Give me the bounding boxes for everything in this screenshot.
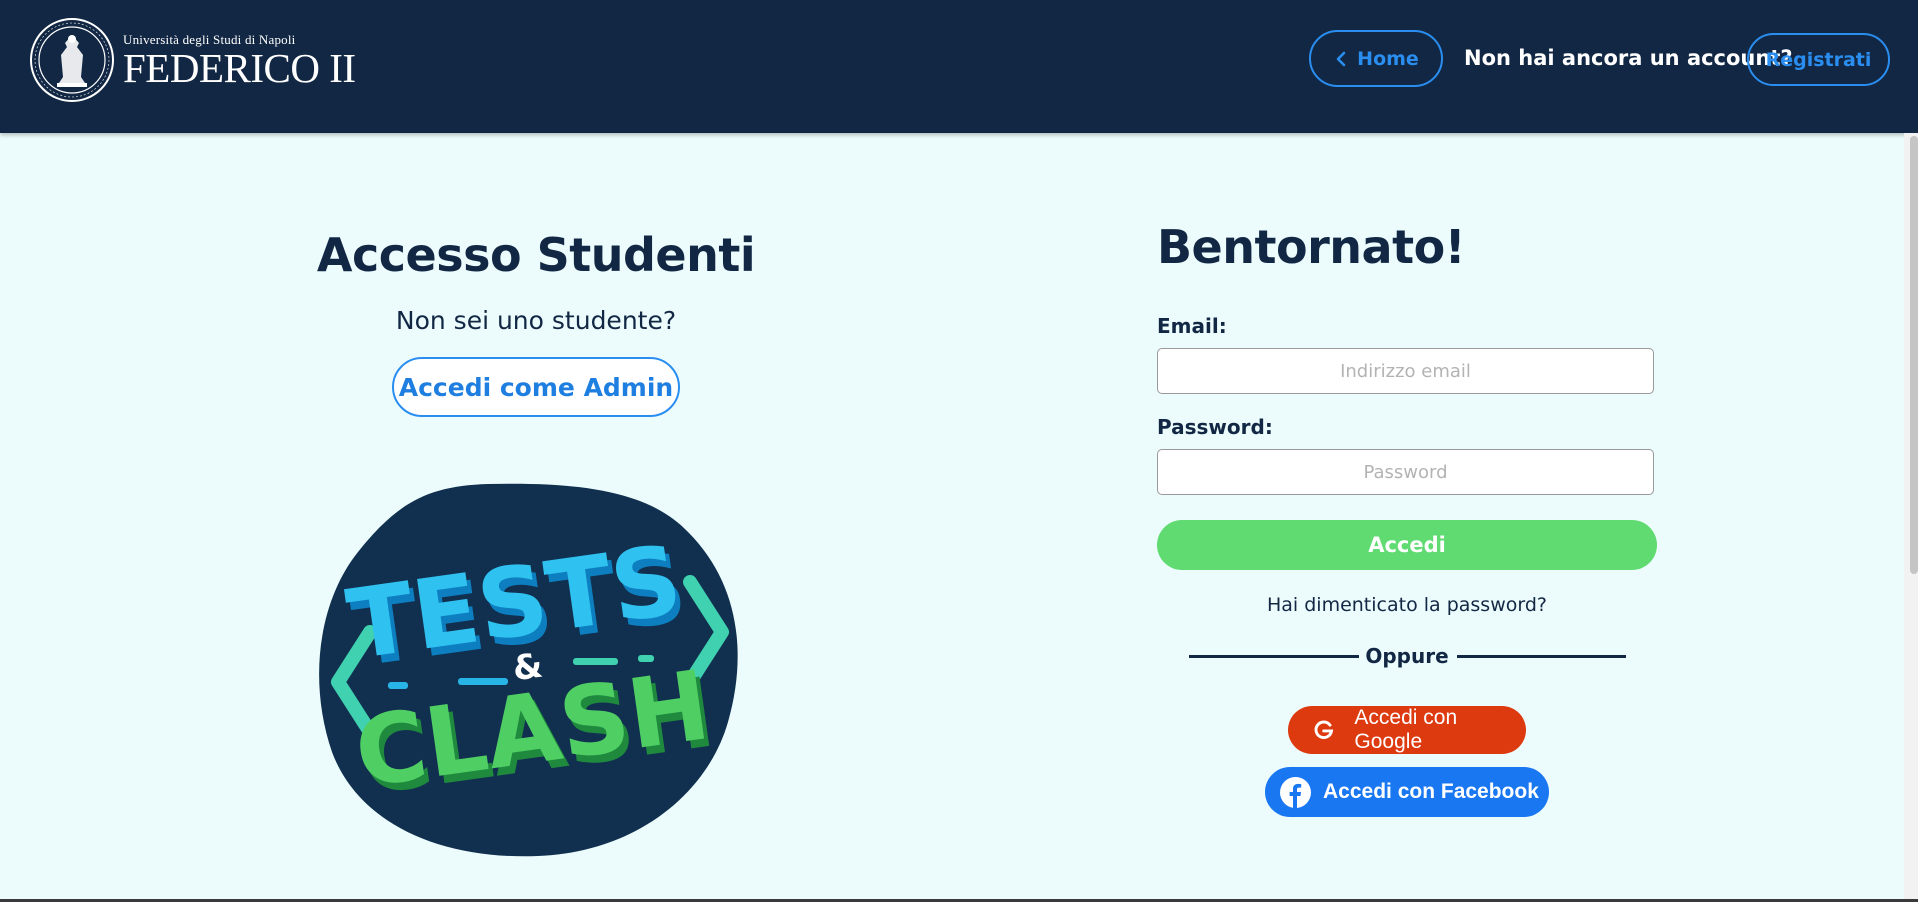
register-button[interactable]: Registrati [1747, 33, 1890, 86]
facebook-f-icon [1280, 776, 1311, 808]
password-label: Password: [1157, 415, 1273, 439]
university-seal-icon [30, 18, 114, 102]
logo-federico-line: FEDERICO II [123, 45, 356, 91]
chevron-left-icon [1336, 51, 1346, 66]
facebook-login-button[interactable]: Accedi con Facebook [1265, 767, 1549, 817]
email-field[interactable] [1157, 348, 1654, 394]
student-access-title: Accesso Studenti [316, 228, 756, 282]
email-label: Email: [1157, 314, 1227, 338]
welcome-back-title: Bentornato! [1157, 220, 1466, 274]
google-login-button[interactable]: Accedi con Google [1288, 706, 1526, 754]
login-button[interactable]: Accedi [1157, 520, 1657, 570]
home-button-label: Home [1357, 47, 1419, 70]
facebook-button-label: Accedi con Facebook [1323, 780, 1539, 803]
top-navbar: Università degli Studi di Napoli FEDERIC… [0, 0, 1918, 133]
page-scrollbar-thumb[interactable] [1910, 136, 1918, 574]
password-field[interactable] [1157, 449, 1654, 495]
forgot-password-link[interactable]: Hai dimenticato la password? [1157, 594, 1657, 616]
not-student-text: Non sei uno studente? [395, 306, 677, 335]
divider-right [1457, 655, 1626, 658]
university-logo[interactable]: Università degli Studi di Napoli FEDERIC… [29, 15, 356, 105]
google-button-label: Accedi con Google [1354, 706, 1458, 753]
home-button[interactable]: Home [1309, 30, 1443, 87]
no-account-text: Non hai ancora un account? [1464, 46, 1793, 70]
tests-and-clash-logo: TESTS TESTS & CLASH CLASH [319, 483, 738, 857]
admin-login-button[interactable]: Accedi come Admin [392, 357, 680, 417]
google-g-icon [1314, 720, 1334, 740]
